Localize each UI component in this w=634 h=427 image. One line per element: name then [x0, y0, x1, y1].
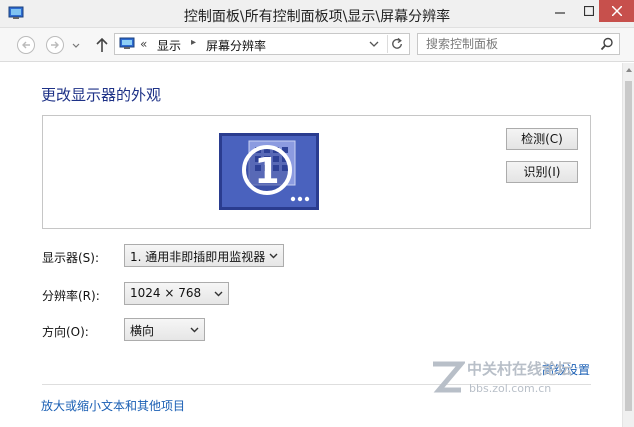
display-select-value: 1. 通用非即插即用监视器 [130, 250, 266, 264]
address-dropdown-icon[interactable] [365, 35, 383, 53]
minimize-button[interactable] [545, 0, 575, 22]
display-select[interactable]: 1. 通用非即插即用监视器 [124, 244, 284, 267]
window-title: 控制面板\所有控制面板项\显示\屏幕分辨率 [183, 9, 451, 25]
back-arrow-icon [22, 41, 30, 49]
title-bar: 控制面板\所有控制面板项\显示\屏幕分辨率 [0, 0, 634, 28]
orientation-label: 方向(O): [42, 325, 89, 339]
breadcrumb-display[interactable]: 显示 [157, 37, 181, 54]
close-button[interactable] [599, 0, 634, 22]
resolution-select[interactable]: 1024 × 768 [124, 282, 229, 305]
vertical-scrollbar[interactable] [622, 63, 634, 427]
scroll-thumb[interactable] [625, 81, 632, 411]
navigation-bar: « 显示 ▸ 屏幕分辨率 [0, 28, 634, 62]
monitor-number: 1 [254, 151, 279, 192]
detect-button[interactable]: 检测(C) [506, 128, 578, 150]
zol-logo-icon [433, 361, 465, 393]
address-bar[interactable]: « 显示 ▸ 屏幕分辨率 [114, 33, 410, 55]
back-button[interactable] [17, 36, 35, 54]
breadcrumb-overflow[interactable]: « [140, 37, 147, 51]
search-icon[interactable] [600, 37, 614, 51]
display-label: 显示器(S): [42, 251, 100, 265]
chevron-down-icon [269, 253, 278, 259]
resolution-select-value: 1024 × 768 [130, 286, 202, 300]
identify-button[interactable]: 识别(I) [506, 161, 578, 183]
recent-locations-chevron-icon[interactable] [72, 43, 80, 49]
orientation-select[interactable]: 横向 [124, 318, 205, 341]
breadcrumb-screen-resolution[interactable]: 屏幕分辨率 [206, 37, 266, 54]
chevron-down-icon [190, 327, 199, 333]
minimize-icon [555, 12, 565, 14]
refresh-icon[interactable] [387, 35, 407, 53]
watermark-text: 中关村在线论坛 [467, 360, 573, 378]
resolution-label: 分辨率(R): [42, 289, 100, 303]
up-arrow-icon[interactable] [94, 36, 110, 54]
control-panel-icon [119, 37, 135, 49]
text-size-link[interactable]: 放大或缩小文本和其他项目 [41, 397, 185, 414]
maximize-icon [584, 6, 594, 16]
orientation-select-value: 横向 [130, 324, 155, 338]
forward-button[interactable] [46, 36, 64, 54]
watermark: 中关村在线论坛 bbs.zol.com.cn [425, 356, 615, 406]
breadcrumb-separator-icon[interactable]: ▸ [191, 37, 196, 48]
page-title: 更改显示器的外观 [41, 86, 162, 104]
chevron-down-icon [214, 291, 223, 297]
search-input[interactable] [426, 36, 596, 52]
close-icon [611, 6, 622, 16]
watermark-url: bbs.zol.com.cn [469, 382, 552, 395]
display-preview-panel: 1 检测(C) 识别(I) [42, 115, 591, 229]
search-box[interactable] [417, 33, 620, 55]
forward-arrow-icon [51, 41, 59, 49]
scroll-up-icon[interactable] [625, 67, 633, 73]
monitor-1-icon[interactable]: 1 [219, 133, 319, 210]
